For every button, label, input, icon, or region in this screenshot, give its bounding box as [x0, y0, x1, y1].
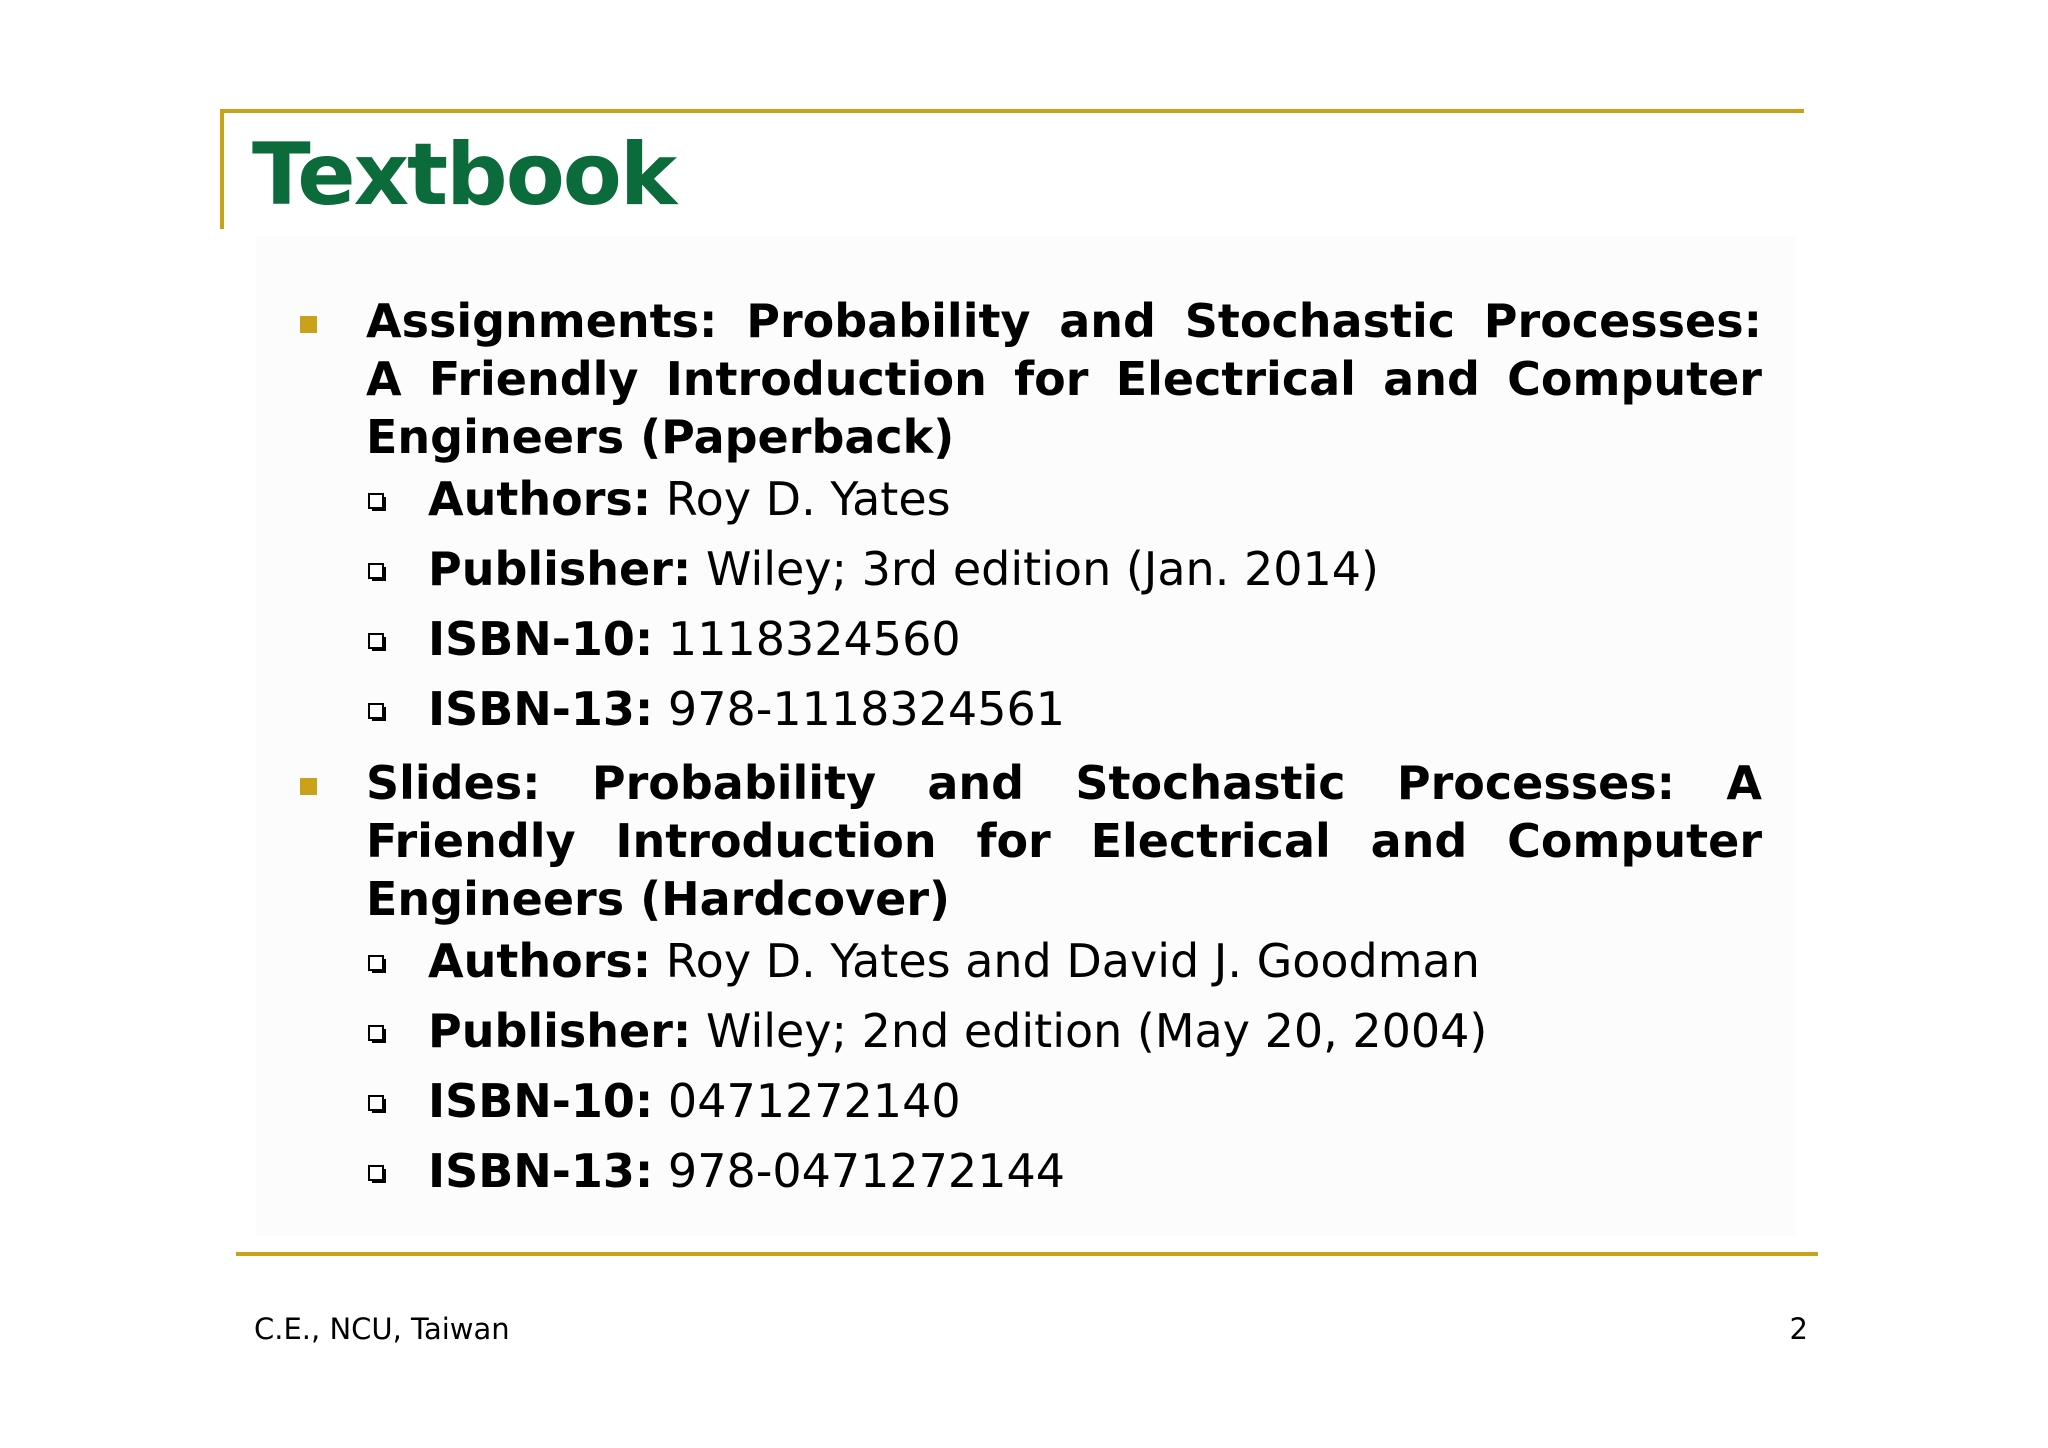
book-detail-publisher: Publisher: Wiley; 3rd edition (Jan. 2014… — [296, 536, 1762, 606]
book-detail-isbn13: ISBN-13: 978-0471272144 — [296, 1138, 1762, 1208]
slide: Textbook Assignments: Probability and St… — [0, 0, 2048, 1448]
detail-label: ISBN-10: — [428, 612, 654, 666]
title-top-rule — [220, 109, 1804, 113]
slide-title: Textbook — [252, 125, 677, 225]
book-detail-publisher: Publisher: Wiley; 2nd edition (May 20, 2… — [296, 998, 1762, 1068]
square-bullet-icon — [300, 316, 317, 333]
detail-label: ISBN-13: — [428, 682, 654, 736]
book-detail-isbn10: ISBN-10: 1118324560 — [296, 606, 1762, 676]
footer-rule — [236, 1252, 1818, 1256]
book-detail-authors: Authors: Roy D. Yates and David J. Goodm… — [296, 928, 1762, 998]
detail-label: Publisher: — [428, 542, 692, 596]
checkbox-bullet-icon — [368, 493, 384, 509]
checkbox-bullet-icon — [368, 1165, 384, 1181]
footer-affiliation: C.E., NCU, Taiwan — [254, 1312, 510, 1346]
detail-label: Authors: — [428, 934, 652, 988]
square-bullet-icon — [300, 778, 317, 795]
detail-value: Wiley; 3rd edition (Jan. 2014) — [691, 542, 1379, 596]
checkbox-bullet-icon — [368, 703, 384, 719]
detail-label: ISBN-10: — [428, 1074, 654, 1128]
detail-label: ISBN-13: — [428, 1144, 654, 1198]
detail-label: Authors: — [428, 472, 652, 526]
detail-value: 1118324560 — [653, 612, 961, 666]
detail-value: 978-1118324561 — [653, 682, 1065, 736]
textbook-list: Assignments: Probability and Stochastic … — [296, 292, 1762, 1208]
checkbox-bullet-icon — [368, 955, 384, 971]
checkbox-bullet-icon — [368, 1025, 384, 1041]
book-detail-isbn13: ISBN-13: 978-1118324561 — [296, 676, 1762, 746]
detail-value: Roy D. Yates — [651, 472, 951, 526]
book-item: Assignments: Probability and Stochastic … — [296, 292, 1762, 466]
detail-value: 0471272140 — [653, 1074, 961, 1128]
checkbox-bullet-icon — [368, 633, 384, 649]
detail-value: Roy D. Yates and David J. Goodman — [651, 934, 1480, 988]
book-item: Slides: Probability and Stochastic Proce… — [296, 754, 1762, 928]
checkbox-bullet-icon — [368, 563, 384, 579]
detail-value: Wiley; 2nd edition (May 20, 2004) — [691, 1004, 1488, 1058]
detail-value: 978-0471272144 — [653, 1144, 1065, 1198]
detail-label: Publisher: — [428, 1004, 692, 1058]
book-detail-isbn10: ISBN-10: 0471272140 — [296, 1068, 1762, 1138]
book-heading: Slides: Probability and Stochastic Proce… — [366, 756, 1762, 926]
book-detail-authors: Authors: Roy D. Yates — [296, 466, 1762, 536]
book-heading: Assignments: Probability and Stochastic … — [366, 294, 1762, 464]
page-number: 2 — [1789, 1312, 1808, 1346]
checkbox-bullet-icon — [368, 1095, 384, 1111]
title-left-rule — [220, 109, 224, 229]
